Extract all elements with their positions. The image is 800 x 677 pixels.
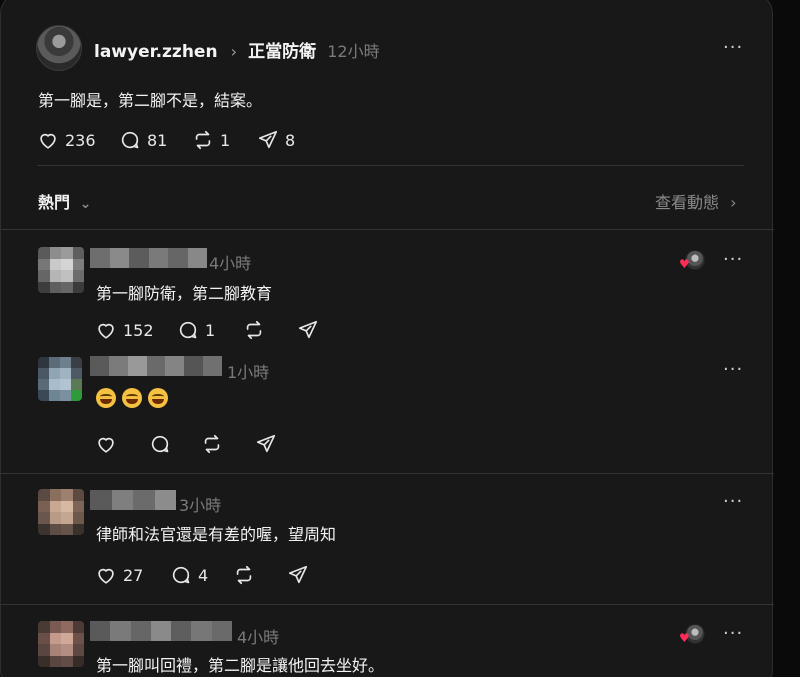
laughing-emoji-icon [96, 387, 116, 408]
repost-button[interactable] [243, 319, 265, 341]
send-icon [298, 320, 318, 339]
chevron-right-icon: › [730, 193, 737, 212]
repost-button[interactable]: 1 [192, 129, 230, 151]
reply-time: 4小時 [237, 628, 280, 647]
comment-button[interactable]: 81 [119, 129, 167, 151]
reply-avatar[interactable] [38, 247, 84, 293]
comment-count: 4 [198, 565, 209, 585]
like-button[interactable] [95, 433, 117, 455]
comment-bubble-icon [172, 566, 190, 584]
sort-label: 熱門 [38, 193, 71, 212]
thread-panel: lawyer.zzhen › 正當防衛 12小時 ··· 第一腳是，第二腳不是，… [0, 0, 774, 677]
send-icon [256, 434, 276, 453]
author-avatar[interactable] [36, 25, 82, 71]
share-button[interactable]: 8 [257, 129, 295, 151]
comment-count: 81 [147, 130, 168, 150]
like-count: 236 [65, 130, 96, 150]
reply-time: 1小時 [227, 363, 270, 382]
reply-avatar[interactable] [38, 357, 82, 401]
divider [1, 473, 774, 474]
post-header: lawyer.zzhen › 正當防衛 12小時 [94, 37, 380, 62]
like-count: 152 [123, 320, 154, 340]
reply-time: 3小時 [179, 496, 222, 515]
laughing-emoji-icon [122, 387, 142, 408]
reply-text: 律師和法官還是有差的喔，望周知 [96, 525, 337, 544]
repost-button[interactable] [201, 433, 223, 455]
share-button[interactable] [255, 433, 277, 455]
view-activity-link[interactable]: 查看動態 › [655, 189, 737, 213]
reply-text: 第一腳防衛，第二腳教育 [96, 284, 273, 303]
heart-icon [98, 323, 114, 339]
send-icon [258, 130, 278, 149]
comment-button[interactable]: 4 [170, 564, 208, 586]
more-dots-icon[interactable]: ··· [723, 623, 743, 644]
repost-button[interactable] [233, 564, 255, 586]
like-button[interactable]: 152 [95, 319, 154, 341]
more-dots-icon[interactable]: ··· [723, 359, 743, 380]
post-time: 12小時 [327, 42, 380, 61]
send-icon [288, 565, 308, 584]
repost-count: 1 [220, 130, 231, 150]
heart-icon [98, 437, 114, 453]
reply-username-blurred[interactable] [90, 621, 232, 641]
divider [37, 165, 744, 166]
heart-icon [98, 568, 114, 584]
post-text: 第一腳是，第二腳不是，結案。 [38, 91, 263, 110]
repost-icon [204, 434, 220, 454]
comment-bubble-icon [151, 435, 169, 453]
heart-filled-icon: ♥ [679, 257, 690, 271]
reply-text: 第一腳叫回禮，第二腳是讓他回去坐好。 [96, 656, 385, 675]
comment-bubble-icon [179, 321, 197, 339]
more-dots-icon[interactable]: ··· [723, 249, 743, 270]
laughing-emoji-icon [148, 387, 168, 408]
like-button[interactable]: 236 [37, 129, 96, 151]
author-liked-badge: ♥ [679, 624, 705, 646]
sort-dropdown[interactable]: 熱門 ⌄ [38, 189, 91, 213]
author-liked-badge: ♥ [679, 250, 705, 272]
comment-button[interactable] [149, 433, 171, 455]
comment-count: 1 [205, 320, 216, 340]
comment-button[interactable]: 1 [177, 319, 215, 341]
share-button[interactable] [287, 564, 309, 586]
like-button[interactable]: 27 [95, 564, 143, 586]
divider [1, 604, 774, 605]
breadcrumb-separator-icon: › [230, 42, 238, 61]
reply-username-blurred[interactable] [90, 490, 176, 510]
more-dots-icon[interactable]: ··· [723, 37, 743, 58]
reply-avatar[interactable] [38, 621, 84, 667]
repost-icon [195, 130, 211, 150]
heart-filled-icon: ♥ [679, 631, 690, 645]
repost-icon [236, 565, 252, 585]
like-count: 27 [123, 565, 144, 585]
topic-tag[interactable]: 正當防衛 [248, 42, 316, 62]
reply-time: 4小時 [209, 254, 252, 273]
share-count: 8 [285, 130, 296, 150]
repost-icon [246, 320, 262, 340]
author-username[interactable]: lawyer.zzhen [94, 42, 218, 62]
more-dots-icon[interactable]: ··· [723, 491, 743, 512]
reply-emojis [96, 387, 174, 408]
comment-bubble-icon [121, 131, 139, 149]
chevron-down-icon: ⌄ [79, 196, 92, 212]
reply-username-blurred[interactable] [90, 248, 207, 268]
heart-icon [40, 133, 56, 149]
reply-username-blurred[interactable] [90, 356, 223, 376]
view-activity-label: 查看動態 [655, 193, 720, 212]
divider [1, 229, 774, 230]
reply-avatar[interactable] [38, 489, 84, 535]
share-button[interactable] [297, 319, 319, 341]
